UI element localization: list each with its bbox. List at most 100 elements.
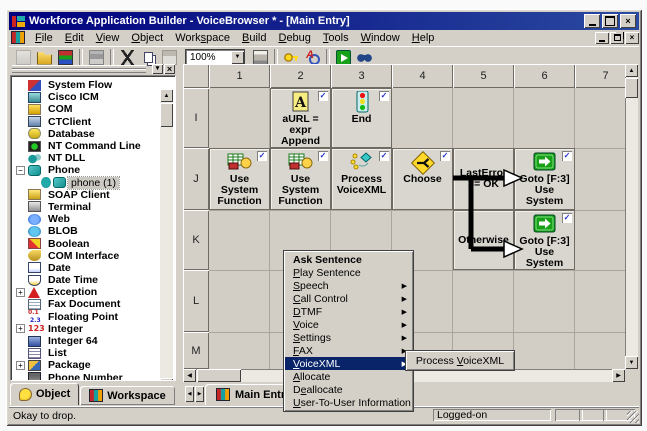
tree-item-web[interactable]: Web	[14, 213, 175, 225]
menu-window[interactable]: Window	[355, 31, 406, 45]
enabled-checkbox[interactable]	[379, 91, 389, 101]
tree-item-package[interactable]: +Package	[14, 359, 175, 371]
tree-item-date-time[interactable]: Date Time	[14, 274, 175, 286]
enabled-checkbox[interactable]	[257, 151, 267, 161]
scrollbar-thumb[interactable]	[625, 78, 638, 98]
tree-item-integer[interactable]: +Integer	[14, 323, 175, 335]
menu-build[interactable]: Build	[236, 31, 272, 45]
vertical-scrollbar[interactable]: ▲ ▼	[625, 64, 638, 369]
tree-item-blob[interactable]: BLOB	[14, 225, 175, 237]
flow-node-end[interactable]: End	[331, 88, 392, 148]
menu-debug[interactable]: Debug	[272, 31, 316, 45]
enabled-checkbox[interactable]	[440, 151, 450, 161]
tree-item-system-flow[interactable]: System Flow	[14, 79, 175, 91]
flow-node-process-voicexml[interactable]: Process VoiceXML	[331, 148, 392, 210]
scroll-right-icon[interactable]: ▶	[612, 369, 625, 382]
scroll-down-icon[interactable]: ▼	[625, 356, 638, 369]
zoom-combobox[interactable]: 100% ▼	[185, 49, 245, 66]
tree-item-date[interactable]: Date	[14, 262, 175, 274]
enabled-checkbox[interactable]	[318, 151, 328, 161]
flow-node-goto[interactable]: Goto [F:3] Use System	[514, 148, 575, 210]
menu-help[interactable]: Help	[406, 31, 441, 45]
palette-close-button[interactable]: ×	[164, 64, 175, 74]
context-menu-item-dtmf[interactable]: DTMF▶	[285, 305, 412, 318]
tree-item-terminal[interactable]: Terminal	[14, 201, 175, 213]
flow-node-choose[interactable]: Choose	[392, 148, 453, 210]
tree-item-list[interactable]: List	[14, 347, 175, 359]
tab-workspace[interactable]: Workspace	[80, 386, 175, 405]
flow-node-use-system-function[interactable]: Use System Function	[270, 148, 331, 210]
choose-branch-lasterror[interactable]: LastError == OK	[453, 148, 514, 210]
scrollbar-thumb[interactable]	[160, 103, 173, 127]
close-button[interactable]: ×	[620, 14, 636, 28]
mdi-close-button[interactable]: ×	[625, 32, 639, 44]
collapse-icon[interactable]: −	[16, 166, 25, 175]
menu-edit[interactable]: Edit	[59, 31, 90, 45]
end-icon	[349, 91, 375, 114]
menu-view[interactable]: View	[90, 31, 126, 45]
session-status: Logged-on	[433, 409, 551, 421]
tree-item-integer-64[interactable]: Integer 64	[14, 335, 175, 347]
tab-object[interactable]: Object	[10, 383, 79, 405]
flow-node-use-system-function[interactable]: Use System Function	[209, 148, 270, 210]
context-menu-item-voice[interactable]: Voice▶	[285, 318, 412, 331]
submenu-items: Process VoiceXML	[407, 353, 513, 368]
menu-object[interactable]: Object	[125, 31, 169, 45]
choose-branch-otherwise[interactable]: Otherwise	[453, 210, 514, 270]
scroll-up-icon[interactable]: ▲	[160, 89, 173, 102]
mdi-minimize-button[interactable]	[595, 32, 609, 44]
context-menu-item-speech[interactable]: Speech▶	[285, 279, 412, 292]
palette-menu-button[interactable]: ▾	[152, 64, 163, 74]
tree-item-phone-number[interactable]: Phone Number	[14, 372, 175, 382]
context-menu-item-settings[interactable]: Settings▶	[285, 331, 412, 344]
tree-item-floating-point[interactable]: Floating Point	[14, 311, 175, 323]
expand-icon[interactable]: +	[16, 361, 25, 370]
context-menu-item-allocate[interactable]: Allocate	[285, 370, 412, 383]
tree-item-exception[interactable]: +Exception	[14, 286, 175, 298]
tab-scroll-left-icon[interactable]: ◀	[185, 386, 194, 402]
menu-file[interactable]: File	[29, 31, 59, 45]
menu-tools[interactable]: Tools	[317, 31, 355, 45]
document-icon[interactable]	[11, 31, 25, 44]
resize-grip[interactable]	[627, 411, 639, 423]
tree-item-nt-dll[interactable]: NT DLL	[14, 152, 175, 164]
context-menu-item-fax[interactable]: FAX▶	[285, 344, 412, 357]
context-menu-item-deallocate[interactable]: Deallocate	[285, 383, 412, 396]
enabled-checkbox[interactable]	[318, 91, 328, 101]
mdi-restore-button[interactable]	[610, 32, 624, 44]
context-menu-item-voicexml[interactable]: VoiceXML▶	[285, 357, 412, 370]
palette-header[interactable]: ▾ ×	[10, 64, 176, 75]
context-menu-item-ask-sentence[interactable]: Ask Sentence	[285, 253, 412, 266]
context-menu-item-call-control[interactable]: Call Control▶	[285, 292, 412, 305]
enabled-checkbox[interactable]	[562, 151, 572, 161]
scroll-up-icon[interactable]: ▲	[625, 64, 638, 77]
tree-item-phone[interactable]: −Phone	[14, 164, 175, 176]
maximize-button[interactable]	[602, 14, 618, 28]
tree-item-cisco-icm[interactable]: Cisco ICM	[14, 91, 175, 103]
tree-item-com[interactable]: COM	[14, 103, 175, 115]
grid-body[interactable]: A aURL = expr Append End Use System Func…	[209, 88, 625, 369]
context-menu-item-play-sentence[interactable]: Play Sentence	[285, 266, 412, 279]
flow-node-goto[interactable]: Goto [F:3] Use System	[514, 210, 575, 270]
minimize-button[interactable]	[584, 14, 600, 28]
tree-item-com-interface[interactable]: COM Interface	[14, 250, 175, 262]
expand-icon[interactable]: +	[16, 288, 25, 297]
tree-item-boolean[interactable]: Boolean	[14, 237, 175, 249]
expand-icon[interactable]: +	[16, 324, 25, 333]
tab-scroll-right-icon[interactable]: ▶	[195, 386, 204, 402]
submenu-item-process-voicexml[interactable]: Process VoiceXML	[407, 353, 513, 368]
tree-scrollbar[interactable]: ▲ ▼	[160, 89, 173, 381]
chevron-down-icon[interactable]: ▼	[231, 51, 244, 64]
scrollbar-thumb[interactable]	[197, 369, 241, 382]
enabled-checkbox[interactable]	[562, 213, 572, 223]
tree-item-phone-1[interactable]: phone (1)	[14, 177, 175, 189]
tree-item-database[interactable]: Database	[14, 128, 175, 140]
enabled-checkbox[interactable]	[379, 151, 389, 161]
context-menu-item-user-to-user-information[interactable]: User-To-User Information	[285, 396, 412, 409]
tree-item-soap-client[interactable]: SOAP Client	[14, 189, 175, 201]
menu-workspace[interactable]: Workspace	[169, 31, 236, 45]
tree-item-ctclient[interactable]: CTClient	[14, 116, 175, 128]
scroll-left-icon[interactable]: ◀	[183, 369, 196, 382]
flow-node-assignment[interactable]: A aURL = expr Append	[270, 88, 331, 148]
tree-item-nt-command-line[interactable]: NT Command Line	[14, 140, 175, 152]
